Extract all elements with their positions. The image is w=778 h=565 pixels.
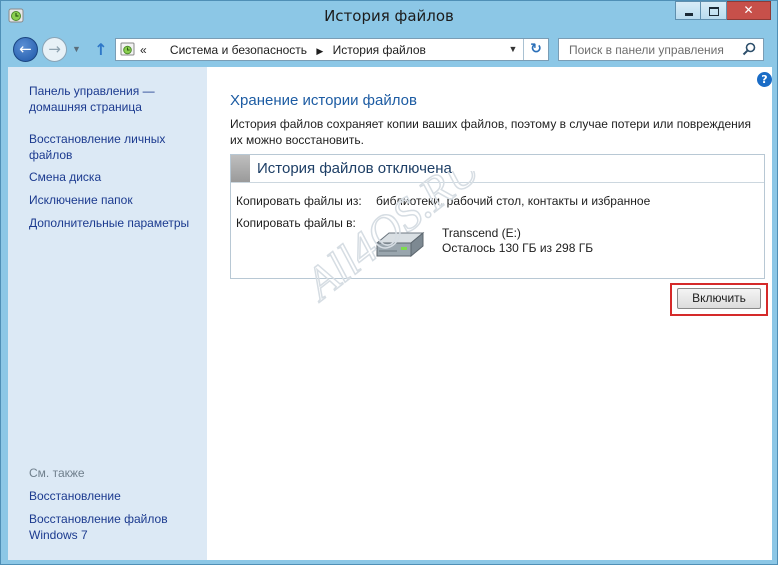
caption-buttons xyxy=(675,1,771,21)
drive-free-space: Осталось 130 ГБ из 298 ГБ xyxy=(442,241,594,255)
sidebar-item-change-drive[interactable]: Смена диска xyxy=(29,169,194,185)
hard-drive-icon xyxy=(375,231,425,258)
drive-name: Transcend (E:) xyxy=(442,226,521,240)
forward-button[interactable]: → xyxy=(42,37,67,62)
see-also-label: См. также xyxy=(29,466,85,480)
breadcrumb-overflow[interactable]: « xyxy=(140,43,147,57)
address-bar[interactable]: « ▸ Система и безопасность ▶ История фай… xyxy=(115,38,549,61)
status-indicator-stripe xyxy=(231,155,250,182)
recent-pages-chevron-down-icon[interactable]: ▼ xyxy=(72,44,81,54)
status-title: История файлов отключена xyxy=(257,160,452,177)
copy-from-value: библиотеки, рабочий стол, контакты и изб… xyxy=(376,194,651,208)
up-arrow-icon[interactable]: ↑ xyxy=(92,41,110,59)
sidebar-item-control-panel-home[interactable]: Панель управления — домашняя страница xyxy=(29,83,194,115)
sidebar-item-windows7-file-recovery[interactable]: Восстановление файлов Windows 7 xyxy=(29,511,179,543)
breadcrumb: « ▸ Система и безопасность ▶ История фай… xyxy=(140,43,426,57)
window-title: История файлов xyxy=(324,7,454,25)
page-description: История файлов сохраняет копии ваших фай… xyxy=(230,117,751,147)
breadcrumb-item-system-security[interactable]: Система и безопасность xyxy=(170,43,307,57)
sidebar-item-advanced-settings[interactable]: Дополнительные параметры xyxy=(29,215,194,231)
search-icon[interactable] xyxy=(742,42,756,56)
title-bar[interactable]: История файлов xyxy=(1,1,777,31)
page-title: Хранение истории файлов xyxy=(230,92,417,109)
breadcrumb-item-file-history[interactable]: История файлов xyxy=(333,43,426,57)
sidebar-item-restore-personal-files[interactable]: Восстановление личных файлов xyxy=(29,131,194,163)
search-box[interactable]: Поиск в панели управления xyxy=(558,38,764,61)
control-panel-icon xyxy=(120,42,135,56)
forward-arrow-icon: → xyxy=(48,40,61,58)
file-history-window: История файлов ← → ▼ ↑ « ▸ Система и без… xyxy=(0,0,778,565)
refresh-icon[interactable]: ↻ xyxy=(523,39,548,60)
search-input[interactable]: Поиск в панели управления xyxy=(569,43,724,57)
back-button[interactable]: ← xyxy=(13,37,38,62)
copy-from-label: Копировать файлы из: xyxy=(236,194,362,208)
breadcrumb-separator-icon[interactable]: ▶ xyxy=(316,46,323,56)
address-chevron-down-icon[interactable]: ▼ xyxy=(503,39,523,60)
sidebar-item-exclude-folders[interactable]: Исключение папок xyxy=(29,192,194,208)
copy-to-label: Копировать файлы в: xyxy=(236,216,356,230)
minimize-button[interactable] xyxy=(675,1,701,20)
maximize-button[interactable] xyxy=(701,1,727,20)
enable-button[interactable]: Включить xyxy=(677,288,761,309)
back-arrow-icon: ← xyxy=(19,40,32,58)
help-icon[interactable]: ? xyxy=(757,72,772,87)
sidebar-item-recovery[interactable]: Восстановление xyxy=(29,488,194,504)
status-header: История файлов отключена xyxy=(231,155,764,183)
close-button[interactable] xyxy=(727,1,771,20)
